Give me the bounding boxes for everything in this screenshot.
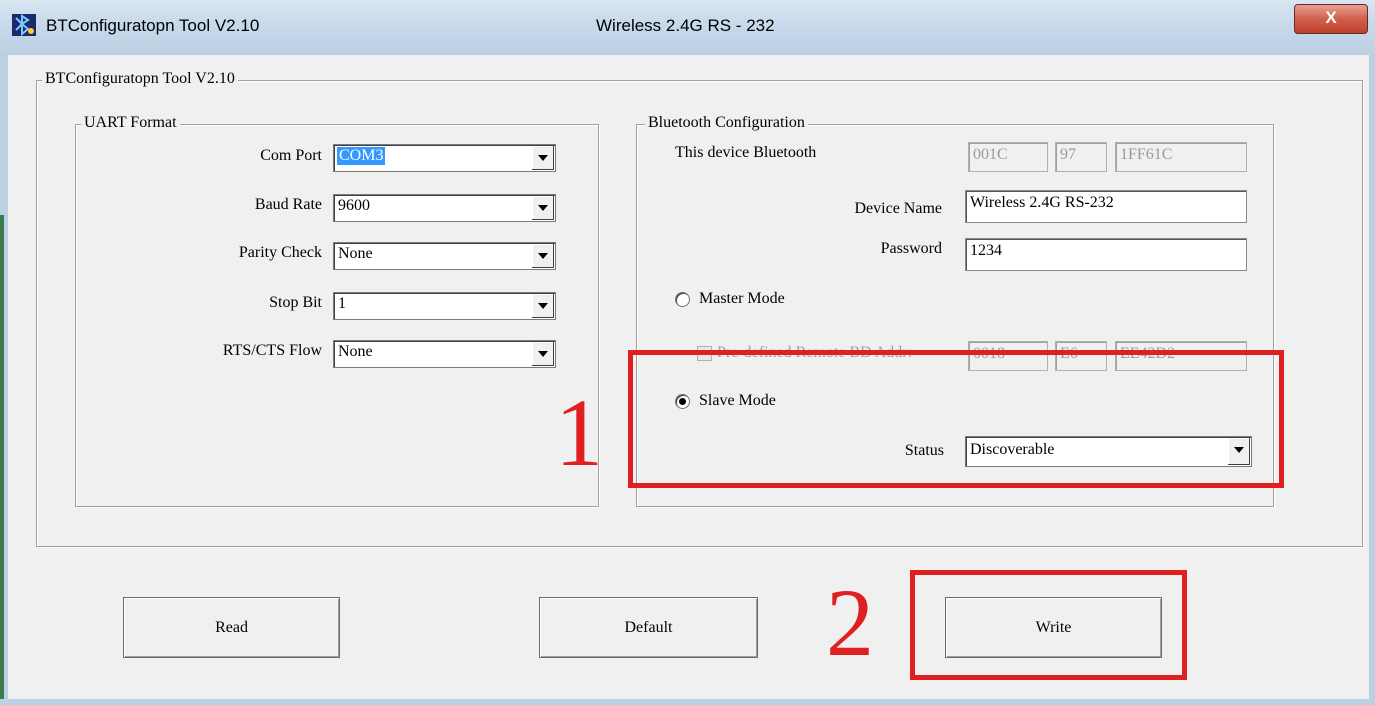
window-title: BTConfiguratopn Tool V2.10 xyxy=(46,16,260,35)
chevron-down-icon[interactable] xyxy=(531,196,554,220)
device-name-label: Device Name xyxy=(854,200,942,217)
chevron-down-icon[interactable] xyxy=(531,342,554,366)
read-button[interactable]: Read xyxy=(123,597,340,658)
rts-cts-flow-value: None xyxy=(338,343,373,360)
password-input[interactable]: 1234 xyxy=(965,238,1247,271)
window-frame-bottom xyxy=(0,699,1375,705)
window-frame-left xyxy=(0,55,8,705)
chevron-down-icon[interactable] xyxy=(531,146,554,170)
bluetooth-config-legend: Bluetooth Configuration xyxy=(645,114,808,132)
parity-check-label: Parity Check xyxy=(238,244,322,261)
baud-rate-label: Baud Rate xyxy=(254,196,322,213)
annotation-box-1 xyxy=(628,350,1284,488)
com-port-label: Com Port xyxy=(260,147,322,164)
bt-addr-field-2: 97 xyxy=(1055,142,1107,172)
chevron-down-icon[interactable] xyxy=(531,294,554,318)
uart-format-legend: UART Format xyxy=(81,114,180,132)
master-mode-radio[interactable] xyxy=(675,292,690,307)
annotation-number-1: 1 xyxy=(555,379,603,486)
annotation-number-2: 2 xyxy=(826,569,874,676)
close-icon: X xyxy=(1325,8,1337,27)
parity-check-value: None xyxy=(338,245,373,262)
close-button[interactable]: X xyxy=(1294,4,1368,34)
main-group-legend: BTConfiguratopn Tool V2.10 xyxy=(42,70,238,88)
parity-check-select[interactable]: None xyxy=(333,242,556,270)
baud-rate-select[interactable]: 9600 xyxy=(333,194,556,222)
annotation-box-2 xyxy=(910,570,1187,680)
rts-cts-flow-select[interactable]: None xyxy=(333,340,556,368)
window-subtitle: Wireless 2.4G RS - 232 xyxy=(596,16,775,35)
bt-addr-field-3: 1FF61C xyxy=(1115,142,1247,172)
com-port-select[interactable]: COM3 xyxy=(333,144,556,172)
baud-rate-value: 9600 xyxy=(338,197,370,214)
stop-bit-value: 1 xyxy=(338,295,346,312)
this-device-bluetooth-label: This device Bluetooth xyxy=(675,144,817,161)
device-name-input[interactable]: Wireless 2.4G RS-232 xyxy=(965,190,1247,223)
bt-addr-field-1: 001C xyxy=(968,142,1048,172)
rts-cts-flow-label: RTS/CTS Flow xyxy=(222,342,322,359)
default-button[interactable]: Default xyxy=(539,597,758,658)
window-frame-right xyxy=(1369,55,1375,705)
com-port-value: COM3 xyxy=(337,147,386,165)
stop-bit-select[interactable]: 1 xyxy=(333,292,556,320)
chevron-down-icon[interactable] xyxy=(531,244,554,268)
stop-bit-label: Stop Bit xyxy=(269,294,322,311)
master-mode-label: Master Mode xyxy=(699,290,785,307)
bluetooth-app-icon xyxy=(12,14,36,36)
password-label: Password xyxy=(880,240,942,257)
